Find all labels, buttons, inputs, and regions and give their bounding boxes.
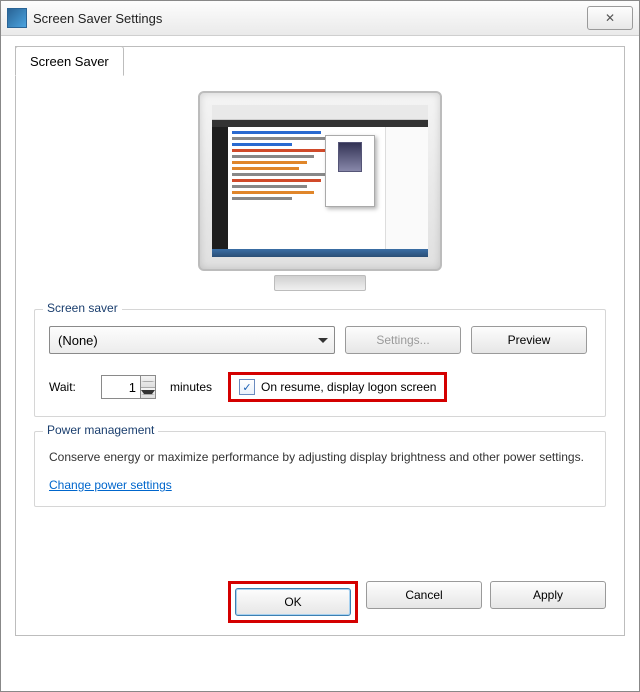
chevron-down-icon (141, 390, 155, 395)
chevron-up-icon (141, 381, 155, 382)
settings-button[interactable]: Settings... (345, 326, 461, 354)
resume-label: On resume, display logon screen (261, 380, 436, 394)
client-area: Screen Saver (1, 36, 639, 650)
tab-screensaver[interactable]: Screen Saver (15, 46, 124, 76)
tab-frame: Screen Saver (15, 46, 625, 636)
monitor-bezel (198, 91, 442, 271)
tab-label: Screen Saver (30, 54, 109, 69)
spinner-up-button[interactable] (141, 376, 155, 388)
check-icon: ✓ (242, 381, 251, 394)
app-icon (7, 8, 27, 28)
ok-button[interactable]: OK (235, 588, 351, 616)
resume-checkbox[interactable]: ✓ (239, 379, 255, 395)
resume-highlight: ✓ On resume, display logon screen (228, 372, 447, 402)
preview-button[interactable]: Preview (471, 326, 587, 354)
power-management-group: Power management Conserve energy or maxi… (34, 431, 606, 507)
screensaver-legend: Screen saver (43, 301, 122, 315)
minutes-label: minutes (170, 380, 212, 394)
power-description: Conserve energy or maximize performance … (49, 448, 591, 466)
close-icon: ✕ (605, 11, 615, 25)
dropdown-value: (None) (58, 333, 98, 348)
wait-label: Wait: (49, 380, 91, 394)
wait-spinner[interactable] (101, 375, 156, 399)
change-power-settings-link[interactable]: Change power settings (49, 478, 172, 492)
monitor-preview (198, 91, 442, 291)
spinner-down-button[interactable] (141, 388, 155, 399)
tab-body: Screen saver (None) Settings... Preview (16, 75, 624, 635)
apply-button[interactable]: Apply (490, 581, 606, 609)
wait-input[interactable] (101, 375, 141, 399)
monitor-screen (212, 105, 428, 257)
window-title: Screen Saver Settings (33, 11, 587, 26)
monitor-stand (274, 275, 366, 291)
screensaver-settings-window: Screen Saver Settings ✕ Screen Saver (0, 0, 640, 692)
titlebar: Screen Saver Settings ✕ (1, 1, 639, 36)
screensaver-dropdown[interactable]: (None) (49, 326, 335, 354)
action-row: OK Cancel Apply (228, 581, 606, 623)
ok-highlight: OK (228, 581, 358, 623)
cancel-button[interactable]: Cancel (366, 581, 482, 609)
close-button[interactable]: ✕ (587, 6, 633, 30)
screensaver-group: Screen saver (None) Settings... Preview (34, 309, 606, 417)
power-legend: Power management (43, 423, 158, 437)
chevron-down-icon (318, 338, 328, 343)
